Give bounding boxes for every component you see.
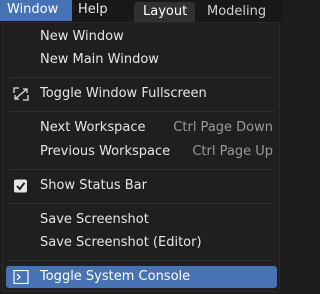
menu-separator [9, 203, 275, 204]
menu-item-toggle-window-fullscreen[interactable]: Toggle Window Fullscreen [3, 83, 279, 105]
menu-item-label: Previous Workspace [40, 144, 171, 159]
menu-item-label: Show Status Bar [40, 178, 147, 193]
menu-item-label: New Window [40, 29, 124, 44]
tab-layout[interactable]: Layout [134, 2, 195, 22]
menu-item-new-window[interactable]: New Window [3, 26, 279, 48]
window-menu-button[interactable]: Window [0, 0, 72, 21]
fullscreen-icon [13, 87, 29, 101]
menu-separator [9, 169, 275, 170]
menu-item-label: New Main Window [40, 52, 159, 67]
tab-modeling[interactable]: Modeling [198, 2, 282, 22]
shortcut-label: Ctrl Page Down [173, 120, 273, 135]
menu-item-save-screenshot[interactable]: Save Screenshot [3, 209, 279, 231]
menu-item-label: Toggle System Console [40, 269, 191, 284]
console-icon [13, 269, 29, 285]
menu-item-label: Save Screenshot [40, 212, 149, 227]
menu-separator [9, 77, 275, 78]
menu-separator [9, 111, 275, 112]
shortcut-label: Ctrl Page Up [192, 144, 273, 159]
menu-item-next-workspace[interactable]: Next Workspace Ctrl Page Down [3, 117, 279, 139]
help-menu-button[interactable]: Help [72, 0, 128, 21]
top-menu-bar: Window Help Layout Modeling [0, 0, 282, 22]
window-menu-dropdown: New Window New Main Window Toggle Window… [2, 22, 280, 292]
checkbox-checked-icon [13, 179, 29, 193]
menu-item-label: Save Screenshot (Editor) [40, 235, 202, 250]
menu-separator [9, 260, 275, 261]
menu-item-save-screenshot-editor[interactable]: Save Screenshot (Editor) [3, 232, 279, 254]
menu-item-label: Toggle Window Fullscreen [40, 86, 207, 101]
menu-item-label: Next Workspace [40, 120, 146, 135]
menu-item-show-status-bar[interactable]: Show Status Bar [3, 175, 279, 197]
menu-item-previous-workspace[interactable]: Previous Workspace Ctrl Page Up [3, 141, 279, 163]
menu-item-new-main-window[interactable]: New Main Window [3, 49, 279, 71]
menu-item-toggle-system-console[interactable]: Toggle System Console [6, 266, 277, 288]
